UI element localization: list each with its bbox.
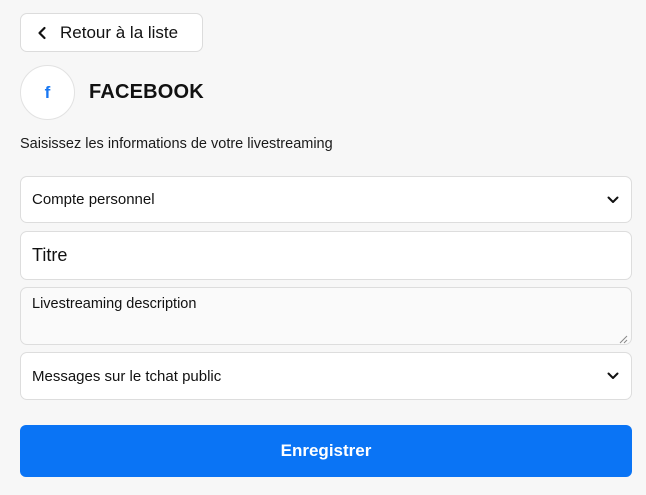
- save-button[interactable]: Enregistrer: [20, 425, 632, 477]
- livestream-setup-page: Retour à la liste f FACEBOOK Saisissez l…: [0, 0, 646, 495]
- back-button-label: Retour à la liste: [60, 22, 179, 42]
- title-input-value: Titre: [32, 245, 68, 265]
- title-input[interactable]: Titre: [20, 231, 632, 280]
- description-value: Livestreaming description: [32, 296, 197, 312]
- account-select-value: Compte personnel: [32, 191, 155, 208]
- chevron-down-icon: [607, 196, 619, 204]
- resize-handle-icon[interactable]: [619, 332, 628, 344]
- chat-select-value: Messages sur le tchat public: [32, 367, 222, 385]
- chevron-down-icon: [607, 372, 619, 380]
- platform-header: f FACEBOOK: [20, 65, 204, 120]
- back-to-list-button[interactable]: Retour à la liste: [20, 13, 203, 52]
- form-instructions: Saisissez les informations de votre live…: [20, 136, 333, 152]
- description-textarea[interactable]: Livestreaming description: [20, 287, 632, 345]
- platform-name: FACEBOOK: [89, 81, 204, 103]
- facebook-logo-icon: f: [20, 65, 75, 120]
- account-select[interactable]: Compte personnel: [20, 176, 632, 223]
- chevron-left-icon: [37, 26, 51, 40]
- chat-messages-select[interactable]: Messages sur le tchat public: [20, 352, 632, 400]
